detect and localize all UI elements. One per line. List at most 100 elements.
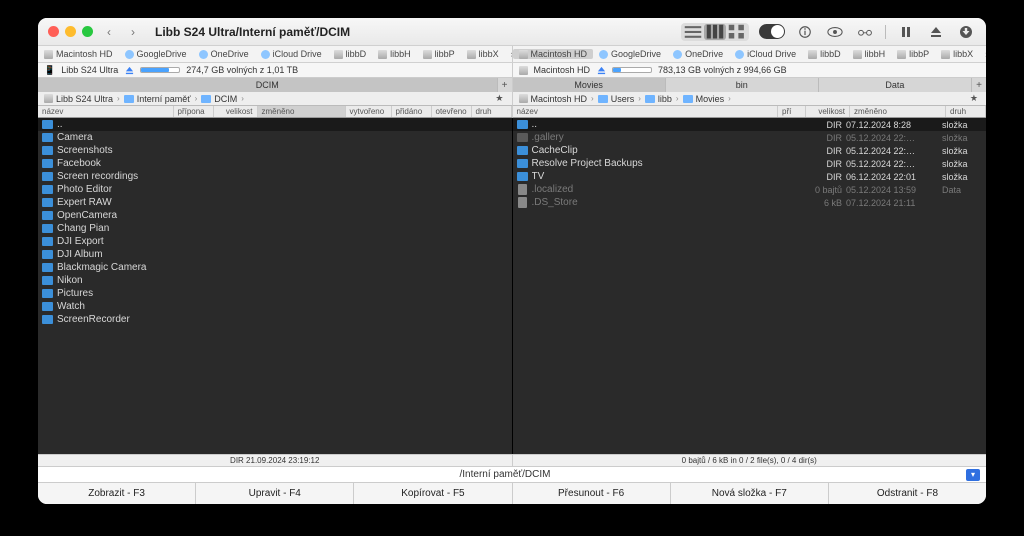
function-button[interactable]: Zobrazit - F3 (38, 483, 196, 504)
function-button[interactable]: Upravit - F4 (196, 483, 354, 504)
location-item[interactable]: iCloud Drive (729, 49, 802, 59)
location-item[interactable]: libbX (461, 49, 505, 59)
col-added[interactable]: přidáno (392, 106, 432, 117)
nav-back-button[interactable]: ‹ (101, 24, 117, 40)
eject-icon[interactable] (926, 24, 946, 40)
breadcrumb-segment[interactable]: Movies (681, 94, 727, 104)
file-row[interactable]: Pictures (38, 287, 512, 300)
file-panel-left[interactable]: ..CameraScreenshotsFacebookScreen record… (38, 118, 512, 454)
file-row[interactable]: Facebook (38, 157, 512, 170)
close-button[interactable] (48, 26, 59, 37)
pause-icon[interactable] (896, 24, 916, 40)
location-item[interactable]: GoogleDrive (593, 49, 667, 59)
col-size[interactable]: velikost (214, 106, 258, 117)
locations-more-button[interactable]: » (505, 49, 512, 59)
file-row[interactable]: .DS_Store6 kB07.12.2024 21:11 (513, 196, 987, 209)
file-row[interactable]: Chang Pian (38, 222, 512, 235)
minimize-button[interactable] (65, 26, 76, 37)
location-item[interactable]: libbH (372, 49, 417, 59)
location-item[interactable]: libbP (891, 49, 935, 59)
file-row[interactable]: Resolve Project BackupsDIR05.12.2024 22:… (513, 157, 987, 170)
file-row[interactable]: OpenCamera (38, 209, 512, 222)
function-button[interactable]: Přesunout - F6 (513, 483, 671, 504)
dark-mode-toggle[interactable] (759, 24, 785, 39)
command-line[interactable]: /Interní paměť/DCIM ▾ (38, 466, 986, 482)
location-item[interactable]: libbX (935, 49, 979, 59)
file-row[interactable]: CacheClipDIR05.12.2024 22:…složka (513, 144, 987, 157)
file-row[interactable]: TVDIR06.12.2024 22:01složka (513, 170, 987, 183)
folder-icon (42, 172, 53, 181)
col-name[interactable]: název (38, 106, 174, 117)
location-item[interactable]: GoogleDrive (119, 49, 193, 59)
eject-left-button[interactable] (124, 65, 134, 75)
location-item[interactable]: libbP (417, 49, 461, 59)
file-row[interactable]: Screenshots (38, 144, 512, 157)
file-row[interactable]: Watch (38, 300, 512, 313)
col-name-r[interactable]: název (513, 106, 779, 117)
file-row[interactable]: Blackmagic Camera (38, 261, 512, 274)
col-changed-r[interactable]: změněno (850, 106, 946, 117)
nav-forward-button[interactable]: › (125, 24, 141, 40)
info-icon[interactable] (795, 24, 815, 40)
panel-tab[interactable]: DCIM (38, 78, 498, 92)
preview-icon[interactable] (825, 24, 845, 40)
col-created[interactable]: vytvořeno (346, 106, 392, 117)
file-row[interactable]: ..DIR07.12.2024 8:28složka (513, 118, 987, 131)
col-ext-r[interactable]: pří (778, 106, 806, 117)
zoom-button[interactable] (82, 26, 93, 37)
location-item[interactable]: iCloud Drive (255, 49, 328, 59)
col-changed[interactable]: změněno (258, 106, 346, 117)
breadcrumb-segment[interactable]: Users (596, 94, 637, 104)
breadcrumb-segment[interactable]: DCIM (199, 94, 239, 104)
file-panel-right[interactable]: ..DIR07.12.2024 8:28složka.galleryDIR05.… (512, 118, 987, 454)
location-item[interactable]: Macintosh HD (513, 49, 594, 59)
file-row[interactable]: .galleryDIR05.12.2024 22:…složka (513, 131, 987, 144)
function-button[interactable]: Odstranit - F8 (829, 483, 986, 504)
file-row[interactable]: DJI Album (38, 248, 512, 261)
column-headers-right: název pří velikost změněno druh (512, 106, 987, 118)
favorite-button[interactable]: ★ (966, 93, 982, 104)
tabs-row: DCIM+ MoviesbinData+ (38, 78, 986, 92)
file-icon (518, 184, 527, 195)
new-tab-button[interactable]: + (972, 78, 986, 92)
file-row[interactable]: Expert RAW (38, 196, 512, 209)
location-item[interactable]: OneDrive (193, 49, 255, 59)
panel-tab[interactable]: Data (819, 78, 972, 92)
function-button[interactable]: Kopírovat - F5 (354, 483, 512, 504)
file-row[interactable]: .localized0 bajtů05.12.2024 13:59Data (513, 183, 987, 196)
function-button[interactable]: Nová složka - F7 (671, 483, 829, 504)
download-icon[interactable] (956, 24, 976, 40)
file-row[interactable]: ScreenRecorder (38, 313, 512, 326)
command-path: /Interní paměť/DCIM (44, 469, 966, 480)
view-mode-segment[interactable] (681, 23, 749, 41)
col-ext[interactable]: přípona (174, 106, 214, 117)
breadcrumb-segment[interactable]: Interní paměť (122, 94, 193, 104)
breadcrumb-segment[interactable]: libb (643, 94, 674, 104)
panel-tab[interactable]: bin (666, 78, 819, 92)
favorite-button[interactable]: ★ (491, 93, 507, 104)
panel-tab[interactable]: Movies (513, 78, 666, 92)
breadcrumb-segment[interactable]: Libb S24 Ultra (42, 94, 115, 104)
col-size-r[interactable]: velikost (806, 106, 850, 117)
file-row[interactable]: Photo Editor (38, 183, 512, 196)
command-history-button[interactable]: ▾ (966, 469, 980, 481)
location-item[interactable]: libbH (847, 49, 892, 59)
col-kind-r[interactable]: druh (946, 106, 986, 117)
breadcrumb-segment[interactable]: Macintosh HD (517, 94, 590, 104)
file-row[interactable]: Camera (38, 131, 512, 144)
file-row[interactable]: DJI Export (38, 235, 512, 248)
col-opened[interactable]: otevřeno (432, 106, 472, 117)
col-kind[interactable]: druh (472, 106, 512, 117)
eject-right-button[interactable] (596, 65, 606, 75)
location-item[interactable]: libbD (328, 49, 373, 59)
location-item[interactable]: OneDrive (667, 49, 729, 59)
location-item[interactable]: Macintosh HD (38, 49, 119, 59)
file-row[interactable]: Nikon (38, 274, 512, 287)
file-row[interactable]: .. (38, 118, 512, 131)
file-row[interactable]: Screen recordings (38, 170, 512, 183)
locations-more-button[interactable]: » (979, 49, 986, 59)
glasses-icon[interactable] (855, 24, 875, 40)
folder-icon (42, 159, 53, 168)
new-tab-button[interactable]: + (498, 78, 512, 92)
location-item[interactable]: libbD (802, 49, 847, 59)
